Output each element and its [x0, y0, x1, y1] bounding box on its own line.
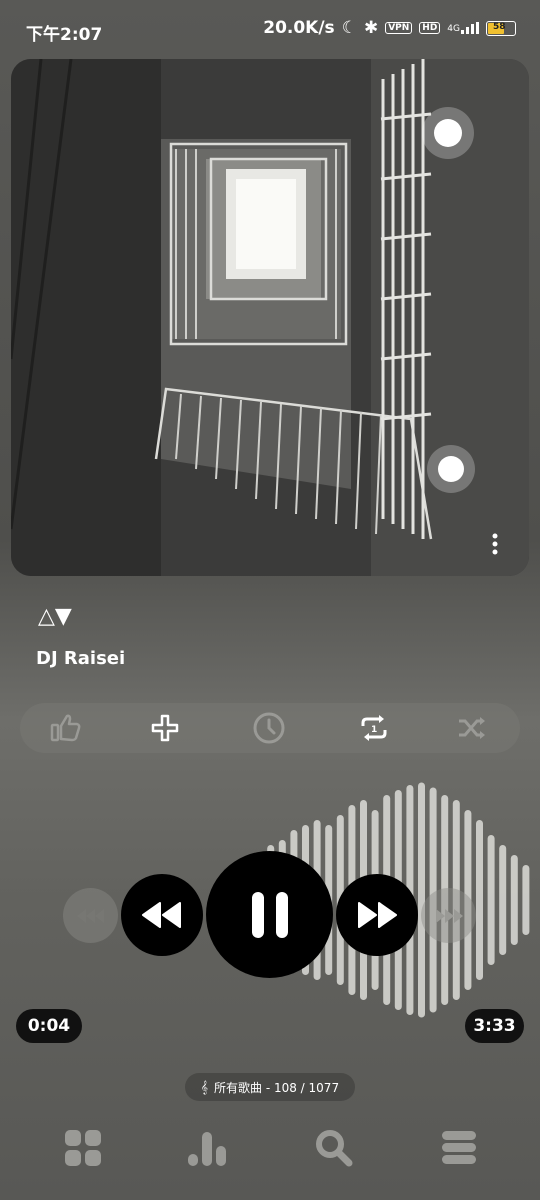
skip-forward-button[interactable] [421, 888, 476, 943]
like-button[interactable] [46, 708, 86, 748]
bluetooth-icon: ✱ [363, 18, 379, 38]
hd-badge: HD [419, 22, 441, 34]
waveform-bar [487, 835, 495, 965]
nav-search[interactable] [314, 1128, 354, 1168]
skip-forward-icon [435, 908, 463, 923]
thumbs-up-icon [50, 714, 81, 742]
status-time: 下午2:07 [26, 25, 103, 45]
more-options-icon[interactable] [492, 533, 498, 555]
bar-chart-icon [188, 1132, 226, 1166]
waveform-bar [499, 845, 507, 955]
rewind-icon [142, 902, 181, 928]
action-bar: 1 [20, 703, 520, 753]
add-button[interactable] [145, 708, 185, 748]
network-type: 4G [447, 24, 460, 34]
waveform-bar [522, 865, 530, 935]
history-button[interactable] [249, 708, 289, 748]
nav-now-playing[interactable] [188, 1128, 228, 1168]
plus-icon [151, 714, 179, 742]
total-time: 3:33 [465, 1009, 524, 1043]
album-art-image [11, 59, 529, 576]
skip-back-button[interactable] [63, 888, 118, 943]
pause-icon [251, 891, 288, 938]
album-art[interactable] [11, 59, 529, 576]
signal-icon: 4G [447, 22, 479, 34]
battery-icon: 58 [486, 20, 516, 36]
network-speed: 20.0K/s [263, 18, 335, 38]
repeat-one-icon: 1 [361, 715, 387, 741]
fast-forward-button[interactable] [336, 874, 418, 956]
elapsed-time: 0:04 [16, 1009, 82, 1043]
pause-button[interactable] [206, 851, 333, 978]
rewind-button[interactable] [121, 874, 203, 956]
clock-icon [253, 712, 285, 744]
music-note-icon: 𝄞 [200, 1079, 208, 1094]
svg-text:1: 1 [371, 725, 377, 735]
moon-icon: ☾ [341, 18, 357, 38]
battery-level: 58 [493, 21, 506, 32]
track-title: △▼ [38, 604, 72, 629]
playlist-indicator[interactable]: 𝄞 所有歌曲 - 108 / 1077 [185, 1073, 355, 1101]
waveform-bar [418, 782, 425, 1018]
nav-library[interactable] [63, 1128, 103, 1168]
shuffle-icon [459, 717, 485, 739]
grid-icon [65, 1130, 101, 1166]
track-artist[interactable]: DJ Raisei [36, 648, 125, 669]
menu-icon [442, 1131, 476, 1164]
shuffle-button[interactable] [452, 708, 492, 748]
skip-back-icon [76, 908, 104, 923]
search-icon [316, 1130, 353, 1167]
fast-forward-icon [358, 902, 397, 928]
playlist-label: 所有歌曲 - 108 / 1077 [214, 1080, 340, 1095]
vpn-badge: VPN [385, 22, 413, 34]
status-icons: 20.0K/s ☾ ✱ VPN HD 4G 58 [263, 18, 516, 38]
repeat-button[interactable]: 1 [354, 708, 394, 748]
nav-menu[interactable] [440, 1128, 480, 1168]
waveform-bar [476, 820, 483, 980]
status-bar: 下午2:07 20.0K/s ☾ ✱ VPN HD 4G 58 [0, 0, 540, 58]
waveform-bar [510, 855, 518, 945]
